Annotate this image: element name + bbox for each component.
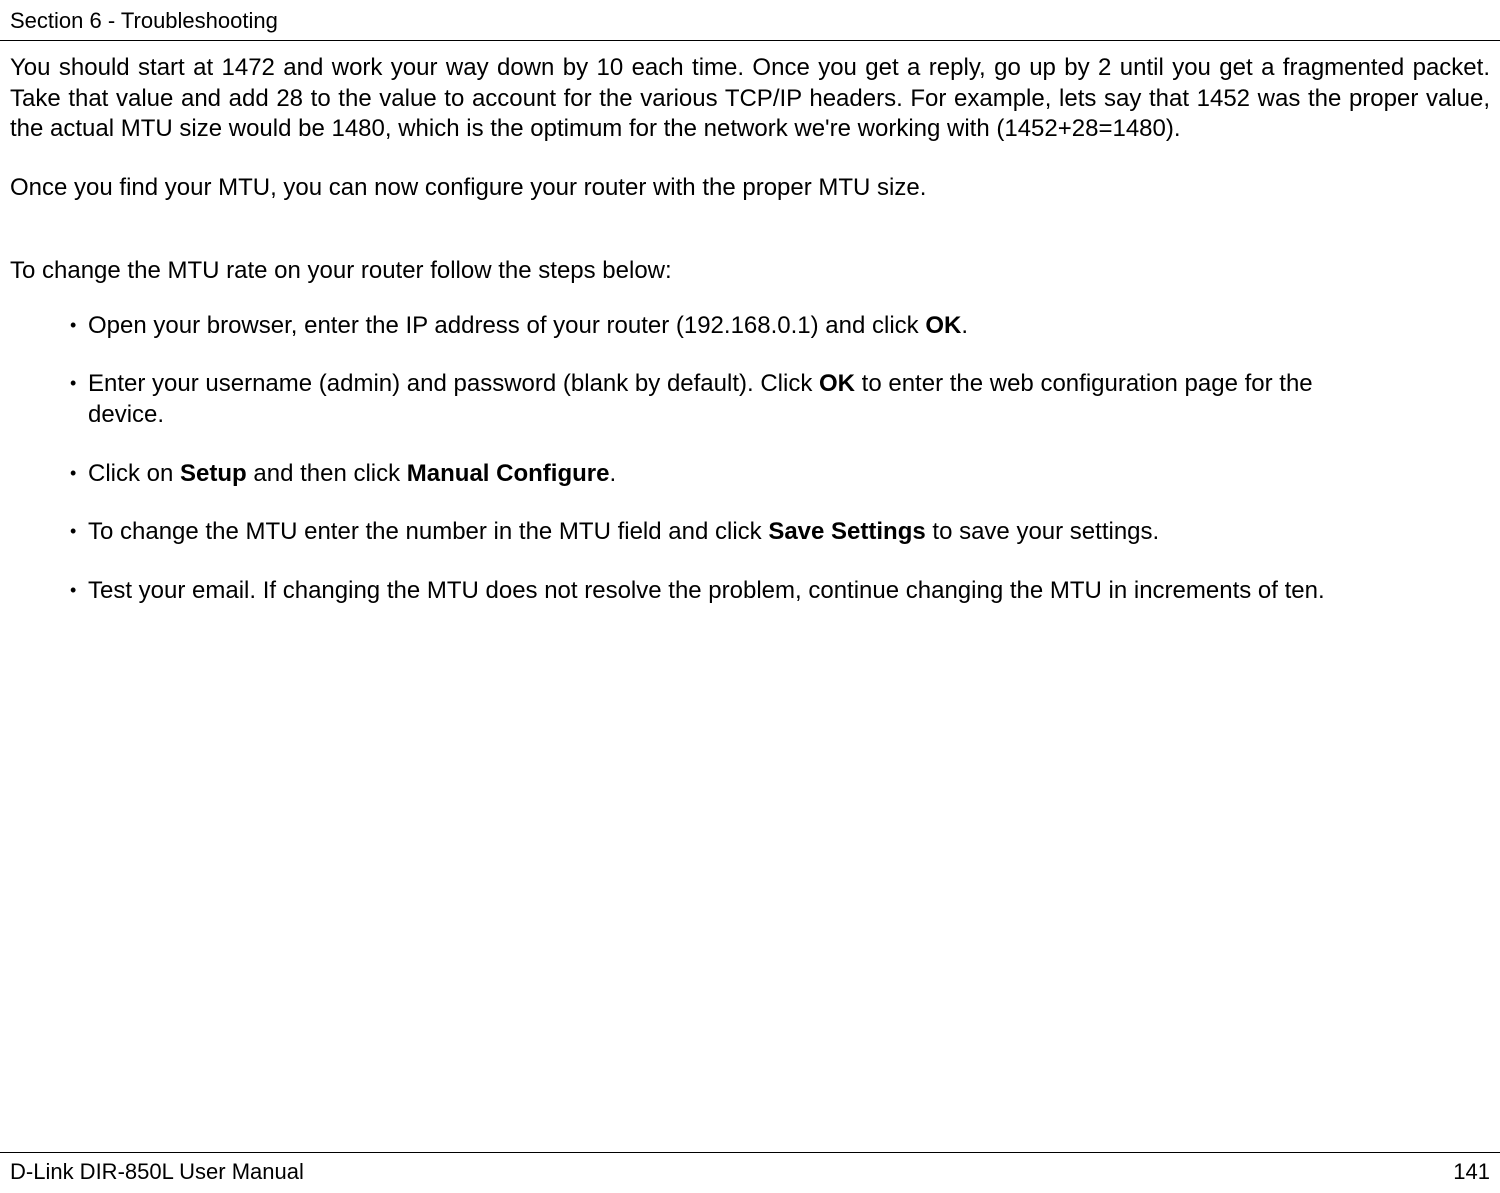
text-fragment: To change the MTU enter the number in th… [88, 518, 768, 545]
step-text: Test your email. If changing the MTU doe… [88, 576, 1390, 607]
bold-text: Save Settings [768, 518, 925, 545]
step-text: Open your browser, enter the IP address … [88, 311, 1390, 342]
text-fragment: and then click [247, 460, 407, 487]
text-fragment: Enter your username (admin) and password… [88, 370, 819, 397]
bold-text: OK [819, 370, 855, 397]
paragraph-mtu-configure: Once you find your MTU, you can now conf… [10, 173, 1490, 204]
list-item: • To change the MTU enter the number in … [70, 517, 1390, 548]
manual-title: D-Link DIR-850L User Manual [10, 1159, 304, 1185]
paragraph-steps-intro: To change the MTU rate on your router fo… [10, 256, 1490, 287]
page-content: You should start at 1472 and work your w… [0, 53, 1500, 607]
text-fragment: Test your email. If changing the MTU doe… [88, 577, 1325, 604]
section-title: Section 6 - Troubleshooting [10, 8, 1490, 34]
list-item: • Enter your username (admin) and passwo… [70, 369, 1390, 430]
bullet-icon: • [70, 459, 88, 490]
list-item: • Open your browser, enter the IP addres… [70, 311, 1390, 342]
bold-text: Setup [180, 460, 247, 487]
page-header: Section 6 - Troubleshooting [0, 0, 1500, 41]
paragraph-mtu-explanation: You should start at 1472 and work your w… [10, 53, 1490, 145]
steps-list: • Open your browser, enter the IP addres… [10, 311, 1490, 607]
text-fragment: Click on [88, 460, 180, 487]
bold-text: Manual Configure [407, 460, 610, 487]
page-number: 141 [1453, 1159, 1490, 1185]
step-text: Enter your username (admin) and password… [88, 369, 1390, 430]
step-text: To change the MTU enter the number in th… [88, 517, 1390, 548]
bullet-icon: • [70, 369, 88, 430]
bullet-icon: • [70, 311, 88, 342]
text-fragment: . [609, 460, 616, 487]
bullet-icon: • [70, 517, 88, 548]
list-item: • Click on Setup and then click Manual C… [70, 459, 1390, 490]
text-fragment: . [961, 312, 968, 339]
bullet-icon: • [70, 576, 88, 607]
text-fragment: Open your browser, enter the IP address … [88, 312, 925, 339]
list-item: • Test your email. If changing the MTU d… [70, 576, 1390, 607]
bold-text: OK [925, 312, 961, 339]
step-text: Click on Setup and then click Manual Con… [88, 459, 1390, 490]
text-fragment: to save your settings. [926, 518, 1159, 545]
page-footer: D-Link DIR-850L User Manual 141 [0, 1152, 1500, 1185]
